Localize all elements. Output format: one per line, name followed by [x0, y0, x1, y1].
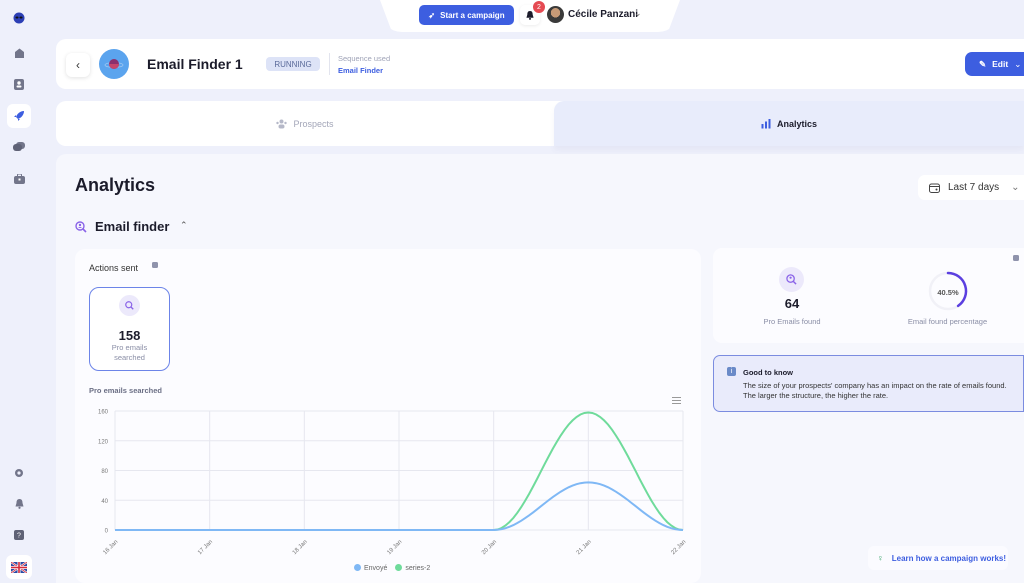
- y-tick-label: 160: [98, 410, 109, 416]
- users-icon: [276, 119, 288, 128]
- legend-item-envoye[interactable]: Envoyé: [354, 564, 387, 572]
- campaign-logo: [99, 49, 129, 79]
- y-tick-label: 120: [98, 439, 109, 445]
- chevron-down-icon: ⌄: [1014, 58, 1022, 69]
- line-chart: 0 40 80 120 160 16 Jan 17 Jan 18 Jan 19 Jan 20 Ja…: [98, 410, 687, 557]
- logo-icon[interactable]: [7, 6, 31, 30]
- divider: [329, 53, 330, 75]
- legend-label: Envoyé: [364, 565, 388, 572]
- learn-link-label: Learn how a campaign works!: [891, 553, 1006, 563]
- calendar-icon: [929, 183, 940, 193]
- y-tick-label: 0: [105, 529, 109, 535]
- chevron-left-icon: ‹: [76, 58, 80, 72]
- notification-count-badge: 2: [533, 1, 545, 13]
- sidebar: ?: [0, 0, 38, 583]
- y-tick-label: 80: [101, 469, 108, 475]
- user-name[interactable]: Cécile Panzani: [568, 9, 638, 20]
- chart-title: Pro emails searched: [89, 386, 162, 395]
- legend-label: series-2: [405, 565, 431, 572]
- x-tick-label: 18 Jan: [292, 539, 309, 556]
- rocket-icon: ➶: [428, 10, 436, 20]
- campaigns-icon[interactable]: [7, 104, 31, 128]
- campaign-title: Email Finder 1: [147, 56, 243, 72]
- section-title: Email finder: [95, 219, 170, 234]
- learn-campaign-link[interactable]: ♀ Learn how a campaign works!: [868, 546, 1008, 570]
- tab-prospects-label: Prospects: [293, 118, 334, 129]
- messages-icon[interactable]: [7, 135, 31, 159]
- sequence-link[interactable]: Email Finder: [338, 66, 383, 75]
- sequence-label: Sequence used: [338, 54, 391, 63]
- edit-label: Edit: [992, 59, 1009, 69]
- percentage-value: 40.5%: [937, 288, 959, 297]
- home-icon[interactable]: [7, 41, 31, 65]
- tab-analytics-label: Analytics: [776, 118, 818, 129]
- pro-emails-found-label: Pro Emails found: [763, 317, 821, 326]
- bar-chart-icon: [761, 118, 771, 128]
- page-title: Analytics: [75, 175, 156, 195]
- notifications-icon[interactable]: [7, 492, 31, 516]
- callout-text: The size of your prospects' company has …: [743, 381, 1007, 400]
- user-avatar[interactable]: [547, 6, 564, 23]
- language-flag-icon[interactable]: [6, 555, 32, 579]
- chevron-up-icon[interactable]: ⌃: [180, 220, 188, 231]
- start-campaign-button[interactable]: ➶ Start a campaign: [419, 5, 514, 25]
- pro-emails-found-value: 64: [784, 296, 800, 311]
- x-tick-label: 22 Jan: [670, 539, 687, 556]
- help-icon[interactable]: ?: [7, 523, 31, 547]
- x-tick-label: 19 Jan: [386, 539, 403, 556]
- x-tick-label: 20 Jan: [481, 539, 498, 556]
- x-tick-label: 17 Jan: [197, 539, 214, 556]
- x-tick-label: 16 Jan: [102, 539, 119, 556]
- pencil-icon: ✎: [979, 58, 987, 69]
- chevron-down-icon[interactable]: ⌄: [634, 8, 642, 19]
- status-badge: RUNNING: [266, 57, 320, 71]
- date-range-select[interactable]: Last 7 days ⌄: [918, 175, 1024, 200]
- search-person-icon: [75, 220, 87, 238]
- chevron-down-icon: ⌄: [1011, 182, 1020, 193]
- bell-icon: [526, 10, 534, 20]
- stat-label: Pro emails searched: [111, 343, 148, 362]
- x-tick-label: 21 Jan: [576, 539, 593, 556]
- search-person-icon: [119, 295, 140, 316]
- tab-analytics[interactable]: Analytics: [554, 101, 1024, 146]
- tab-prospects[interactable]: Prospects: [56, 101, 554, 146]
- callout-title: Good to know: [743, 368, 793, 377]
- svg-text:?: ?: [17, 533, 21, 540]
- settings-icon[interactable]: [7, 461, 31, 485]
- legend-item-series-2[interactable]: series-2: [395, 564, 430, 572]
- chart-legend: Envoyé series-2: [354, 564, 430, 572]
- toolbox-icon[interactable]: [7, 167, 31, 191]
- start-campaign-label: Start a campaign: [440, 10, 505, 20]
- edit-button[interactable]: ✎ Edit ⌄: [965, 52, 1024, 76]
- percentage-label: Email found percentage: [907, 317, 988, 326]
- stat-value: 158: [118, 328, 141, 343]
- stat-card-pro-emails-searched[interactable]: 158 Pro emails searched: [89, 287, 170, 371]
- info-icon[interactable]: [152, 262, 158, 268]
- search-person-icon: [779, 267, 804, 292]
- back-button[interactable]: ‹: [66, 53, 90, 77]
- lightbulb-icon: ♀: [877, 553, 884, 563]
- contacts-icon[interactable]: [7, 72, 31, 96]
- date-range-value: Last 7 days: [948, 182, 1000, 193]
- info-icon[interactable]: [1013, 255, 1019, 261]
- actions-sent-title: Actions sent: [89, 263, 139, 273]
- y-tick-label: 40: [101, 499, 108, 505]
- info-icon: i: [727, 367, 736, 376]
